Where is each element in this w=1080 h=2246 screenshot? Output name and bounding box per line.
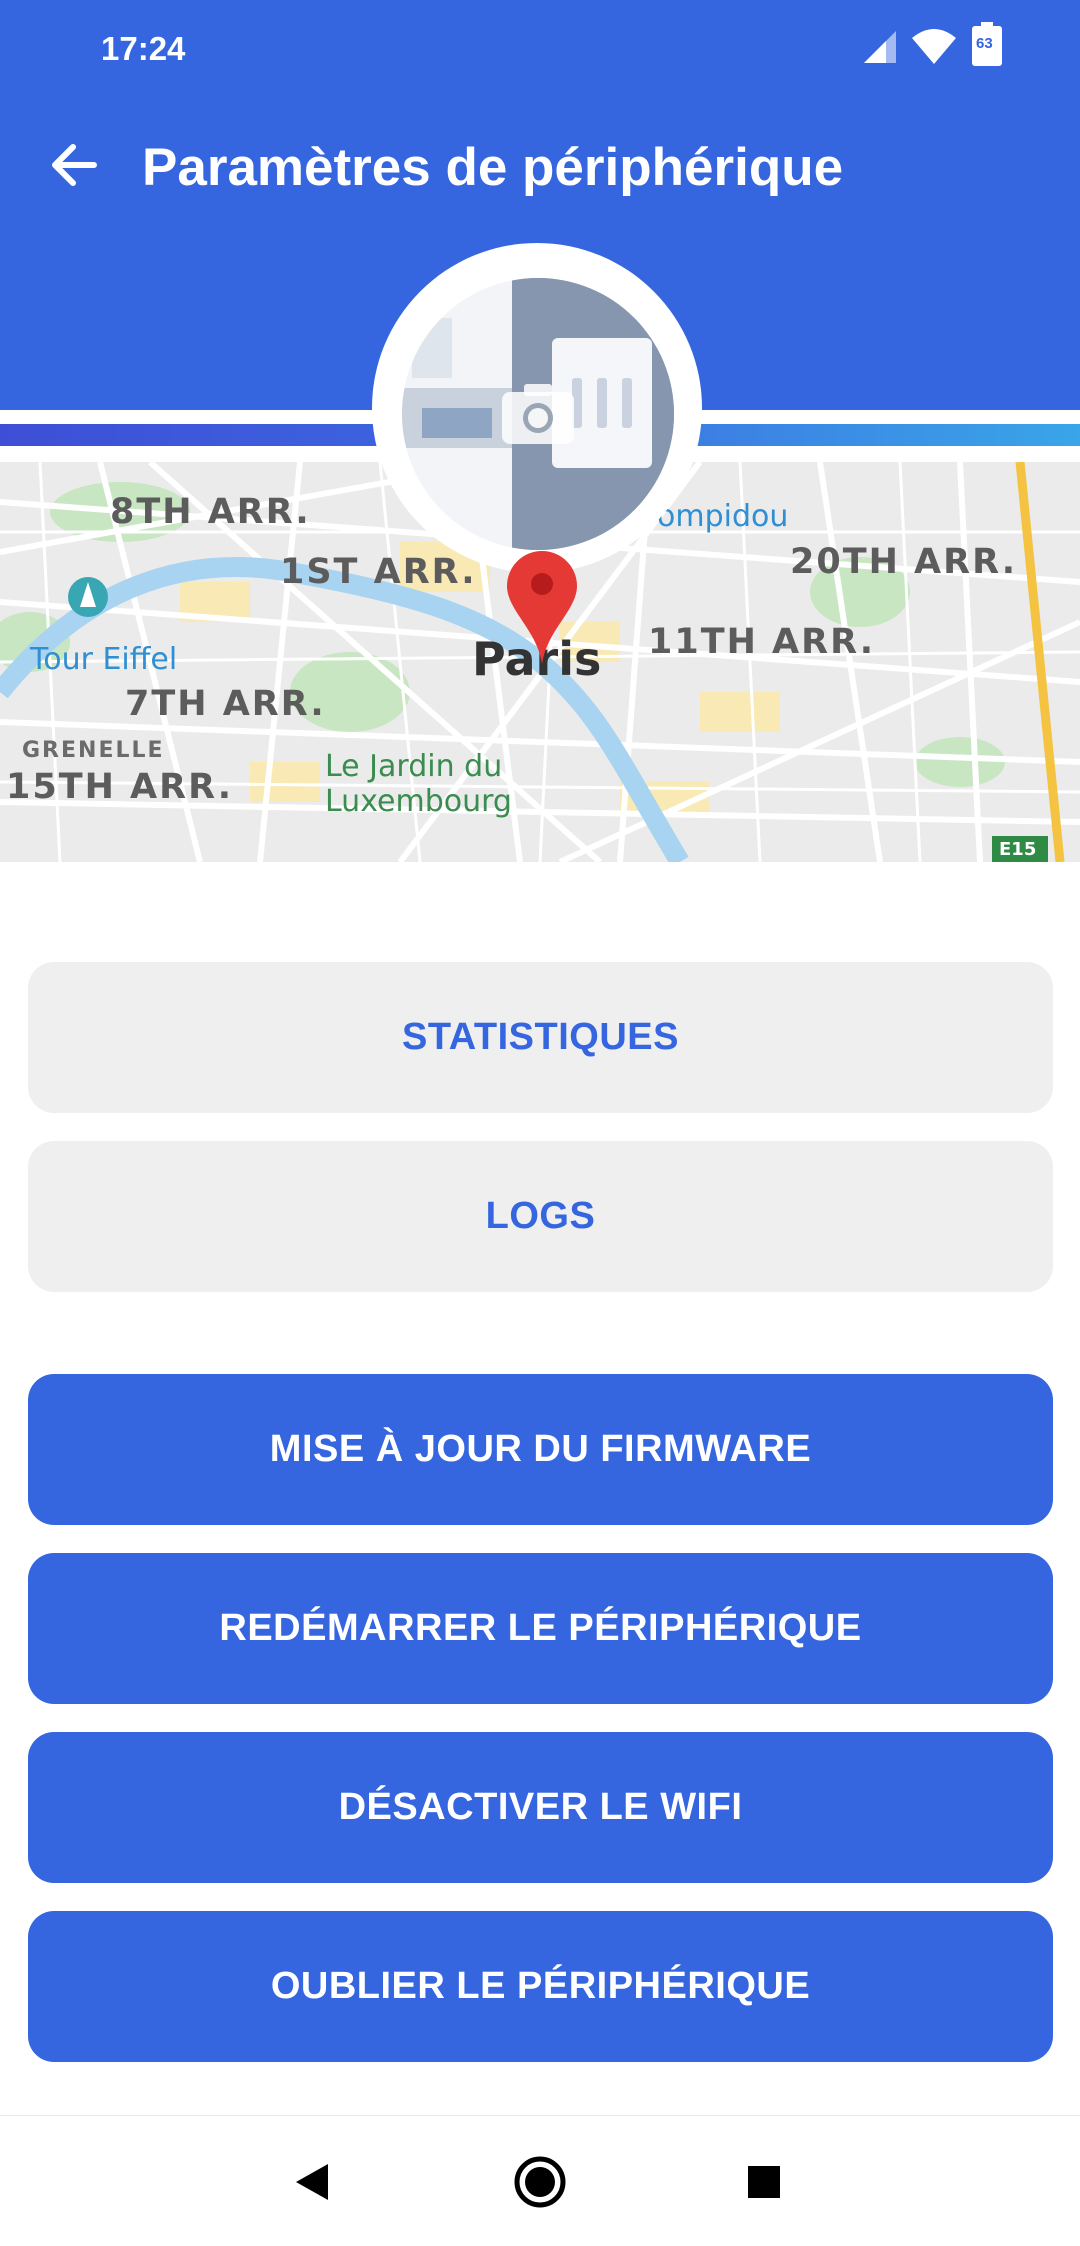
map-label-11th-arr: 11TH ARR.: [648, 622, 875, 662]
jardin-line-2: Luxembourg: [325, 783, 512, 819]
map-label-tour-eiffel: Tour Eiffel: [30, 642, 178, 677]
map-label-20th-arr: 20TH ARR.: [790, 542, 1017, 582]
forget-device-button[interactable]: OUBLIER LE PÉRIPHÉRIQUE: [28, 1911, 1053, 2062]
status-icons: 63: [840, 22, 1080, 72]
statistics-button[interactable]: STATISTIQUES: [28, 962, 1053, 1113]
status-time: 17:24: [101, 30, 186, 67]
jardin-line-1: Le Jardin du: [325, 749, 503, 784]
signal-icon: [864, 31, 896, 63]
back-triangle-icon[interactable]: [292, 2160, 332, 2204]
arrow-left-icon: [52, 144, 97, 186]
restart-device-button[interactable]: REDÉMARRER LE PÉRIPHÉRIQUE: [28, 1553, 1053, 1704]
system-nav-bar: [0, 2115, 1080, 2246]
back-button[interactable]: [40, 130, 110, 200]
map-pin-icon: [507, 551, 577, 664]
map-label-7th-arr: 7TH ARR.: [125, 684, 326, 724]
map-label-15th-arr: 15TH ARR.: [6, 767, 233, 807]
map-label-grenelle: GRENELLE: [22, 738, 165, 763]
map-label-jardin-luxembourg: Le Jardin du Luxembourg: [325, 749, 512, 819]
map-label-e15: E15: [999, 839, 1037, 860]
disable-wifi-button[interactable]: DÉSACTIVER LE WIFI: [28, 1732, 1053, 1883]
firmware-update-button[interactable]: MISE À JOUR DU FIRMWARE: [28, 1374, 1053, 1525]
device-photo[interactable]: [402, 278, 674, 550]
wifi-icon: [912, 29, 956, 64]
recents-square-icon[interactable]: [746, 2164, 782, 2200]
map-label-8th-arr: 8TH ARR.: [110, 492, 311, 532]
map-label-1st-arr: 1ST ARR.: [280, 552, 477, 592]
logs-button[interactable]: LOGS: [28, 1141, 1053, 1292]
page-title: Paramètres de périphérique: [142, 138, 844, 197]
home-circle-icon[interactable]: [512, 2154, 568, 2210]
battery-level: 63: [976, 35, 993, 52]
camera-icon: [502, 384, 574, 444]
